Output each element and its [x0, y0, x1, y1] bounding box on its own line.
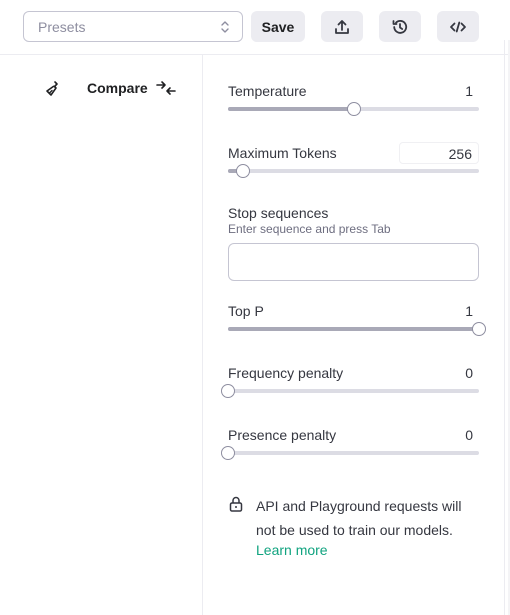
- temperature-slider-fill: [228, 107, 354, 111]
- presence-penalty-label: Presence penalty: [228, 427, 337, 443]
- temperature-label: Temperature: [228, 83, 307, 99]
- chevron-updown-icon: [221, 21, 229, 33]
- panel-divider: [504, 40, 505, 615]
- privacy-notice: API and Playground requests will not be …: [256, 498, 462, 538]
- top-p-value[interactable]: 1: [465, 303, 473, 319]
- stop-sequences-label: Stop sequences: [228, 205, 329, 221]
- stop-sequences-hint: Enter sequence and press Tab: [228, 222, 391, 236]
- compare-arrows-icon: [155, 81, 176, 95]
- frequency-penalty-slider-thumb[interactable]: [221, 384, 235, 398]
- presets-placeholder: Presets: [38, 18, 86, 35]
- upload-icon: [335, 19, 349, 34]
- temperature-slider-thumb[interactable]: [346, 102, 361, 116]
- save-button[interactable]: Save: [251, 11, 305, 42]
- top-p-slider-thumb[interactable]: [472, 322, 486, 336]
- left-pane: [0, 55, 203, 615]
- top-p-label: Top P: [228, 303, 264, 319]
- share-button[interactable]: [321, 11, 363, 42]
- temperature-slider[interactable]: [228, 102, 479, 116]
- stop-sequences-input[interactable]: [228, 243, 479, 281]
- compare-button[interactable]: Compare: [87, 79, 176, 97]
- learn-more-link[interactable]: Learn more: [256, 542, 328, 558]
- history-button[interactable]: [379, 11, 421, 42]
- temperature-value[interactable]: 1: [465, 83, 473, 99]
- max-tokens-label: Maximum Tokens: [228, 145, 337, 161]
- presence-penalty-value[interactable]: 0: [465, 427, 473, 443]
- history-icon: [392, 19, 408, 34]
- top-p-slider[interactable]: [228, 322, 486, 336]
- lock-icon: [229, 496, 243, 512]
- broom-icon[interactable]: [44, 80, 62, 98]
- top-toolbar: Presets Save: [0, 0, 510, 55]
- top-p-slider-fill: [228, 327, 479, 331]
- frequency-penalty-label: Frequency penalty: [228, 365, 344, 381]
- presence-penalty-slider-thumb[interactable]: [221, 446, 235, 460]
- frequency-penalty-slider[interactable]: [221, 384, 479, 398]
- presence-penalty-slider[interactable]: [221, 446, 479, 460]
- max-tokens-slider[interactable]: [228, 164, 479, 178]
- view-code-button[interactable]: [437, 11, 479, 42]
- code-icon: [450, 21, 466, 32]
- frequency-penalty-value[interactable]: 0: [465, 365, 473, 381]
- max-tokens-value[interactable]: 256: [399, 142, 479, 164]
- max-tokens-slider-thumb[interactable]: [236, 164, 251, 178]
- compare-label: Compare: [87, 80, 148, 96]
- presets-select[interactable]: Presets: [23, 11, 243, 42]
